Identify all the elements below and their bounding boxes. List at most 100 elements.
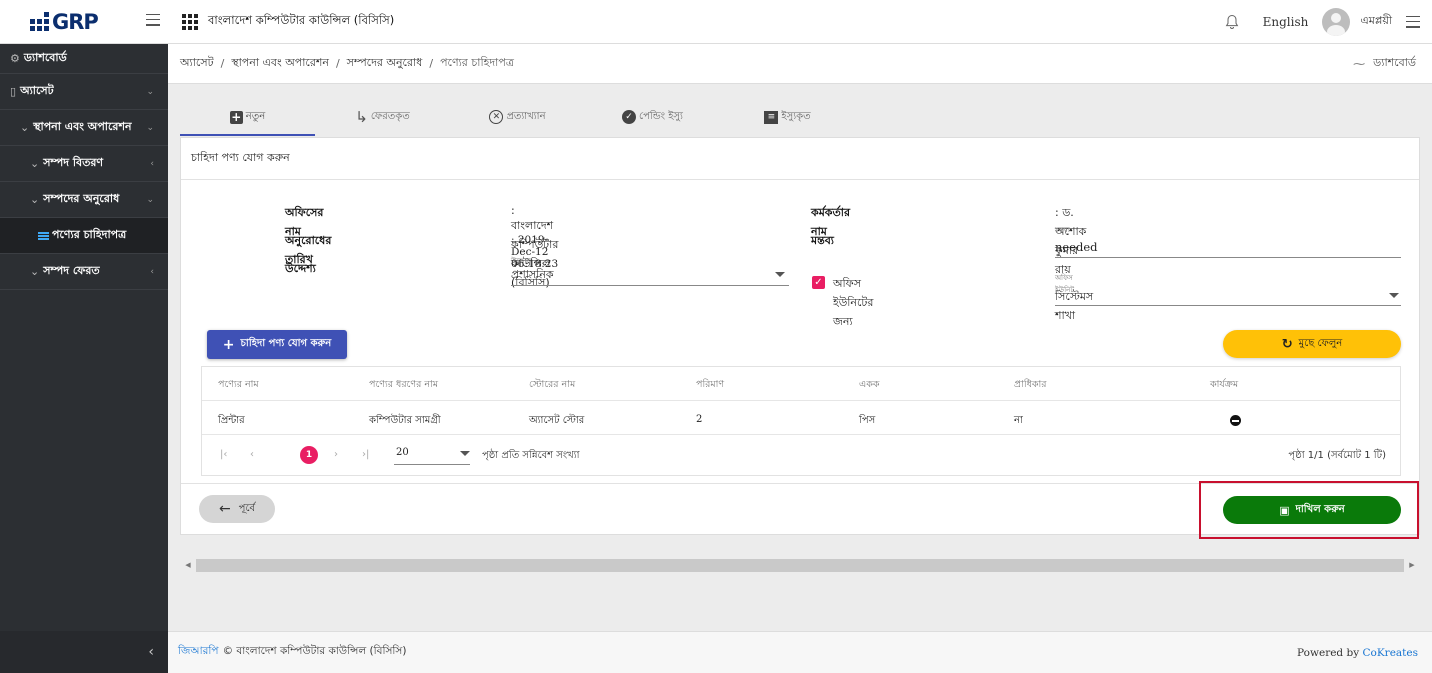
logo-mark-icon: [30, 12, 49, 31]
sidebar-item-installation-operation[interactable]: ⌄ স্থাপনা এবং অপারেশন ⌄: [0, 110, 168, 146]
sidebar-item-dashboard[interactable]: ⚙ ড্যাশবোর্ড: [0, 44, 168, 74]
horizontal-scrollbar[interactable]: ◀ ▶: [180, 558, 1420, 572]
comment-label: মন্তব্য: [811, 234, 835, 247]
refresh-icon: ↻: [1281, 336, 1293, 352]
user-name[interactable]: এমপ্লয়ী: [1360, 12, 1392, 31]
sidebar-item-asset-return[interactable]: ⌄ সম্পদ ফেরত ‹: [0, 254, 168, 290]
tab-pending-issue[interactable]: ✓ পেন্ডিং ইস্যু: [585, 98, 720, 136]
language-switch[interactable]: English: [1263, 15, 1309, 29]
plus-box-icon: +: [229, 109, 243, 124]
column-header-type: পণ্যের ধরণের নাম: [369, 379, 439, 390]
comment-field-label: মন্তব্য: [1055, 226, 1070, 234]
tab-new[interactable]: + নতুন: [180, 98, 315, 136]
logo-text: GRP: [52, 9, 99, 34]
office-unit-checkbox[interactable]: ✓: [812, 276, 825, 289]
clear-label: মুছে ফেলুন: [1298, 337, 1343, 349]
prev-page-icon[interactable]: ‹: [250, 449, 254, 460]
tab-label: প্রত্যাখ্যান: [506, 110, 546, 122]
requisition-card: চাহিদা পণ্য যোগ করুন অফিসের নাম : বাংলাদ…: [180, 137, 1420, 539]
return-arrow-icon: ↳: [355, 108, 368, 126]
column-header-product: পণ্যের নাম: [218, 379, 259, 390]
arrow-left-icon: ←: [218, 501, 231, 517]
bell-icon[interactable]: [1225, 14, 1239, 30]
page-size-select[interactable]: 20: [394, 447, 470, 465]
list-icon: [38, 231, 49, 240]
purpose-value: প্রশাসনিক: [511, 268, 554, 281]
menu-icon[interactable]: [1406, 15, 1420, 28]
previous-button[interactable]: ← পূর্বে: [199, 495, 275, 523]
sidebar-collapse-button[interactable]: ‹: [0, 631, 168, 673]
tab-label: পেন্ডিং ইস্যু: [639, 110, 683, 122]
plus-icon: +: [222, 336, 235, 353]
add-product-button[interactable]: + চাহিদা পণ্য যোগ করুন: [207, 330, 347, 359]
tab-rejected[interactable]: ✕ প্রত্যাখ্যান: [450, 98, 585, 136]
chevron-down-icon: [460, 451, 470, 456]
chevron-left-icon: ‹: [150, 266, 154, 277]
powered-by-label: Powered by: [1297, 646, 1360, 659]
pagination: |‹ ‹ 1 › ›| 20 পৃষ্ঠা প্রতি সন্নিবেশ সংখ…: [202, 435, 1400, 475]
breadcrumb-item-current: পণ্যের চাহিদাপত্র: [440, 56, 514, 69]
page-size-value: 20: [396, 447, 409, 458]
chevron-left-icon: ‹: [150, 158, 154, 169]
chevron-down-icon: ⌄: [30, 157, 40, 170]
dashboard-icon: ⚙: [10, 52, 20, 65]
page-size-label: পৃষ্ঠা প্রতি সন্নিবেশ সংখ্যা: [482, 450, 580, 461]
breadcrumb-separator: /: [220, 57, 225, 70]
breadcrumb-item-installation[interactable]: স্থাপনা এবং অপারেশন: [231, 54, 329, 73]
powered-by: Powered by CoKreates: [1297, 647, 1418, 659]
submit-button[interactable]: ▣ দাখিল করুন: [1223, 496, 1401, 524]
breadcrumb-item-asset[interactable]: অ্যাসেট: [180, 54, 214, 73]
sidebar-item-label: পণ্যের চাহিদাপত্র: [52, 228, 127, 241]
tab-bar: + নতুন ↳ ফেরতকৃত ✕ প্রত্যাখ্যান ✓ পেন্ডি…: [180, 98, 1420, 136]
column-header-store: স্টোরের নাম: [529, 379, 576, 390]
trend-line-icon: ⁓: [1353, 56, 1366, 71]
column-header-quantity: পরিমাণ: [696, 379, 725, 390]
clear-button[interactable]: ↻ মুছে ফেলুন: [1223, 330, 1401, 358]
breadcrumb-item-request[interactable]: সম্পদের অনুরোধ: [347, 54, 423, 73]
cell-type: কম্পিউটার সামগ্রী: [369, 415, 441, 426]
minus-circle-icon[interactable]: [1230, 415, 1241, 426]
tab-returned[interactable]: ↳ ফেরতকৃত: [315, 98, 450, 136]
previous-label: পূর্বে: [238, 502, 256, 514]
column-header-action: কার্যক্রম: [1210, 379, 1239, 390]
last-page-icon[interactable]: ›|: [362, 449, 369, 460]
scroll-left-icon[interactable]: ◀: [180, 561, 196, 569]
sidebar-item-asset-distribution[interactable]: ⌄ সম্পদ বিতরণ ‹: [0, 146, 168, 182]
page-button-current[interactable]: 1: [300, 446, 318, 464]
chevron-down-icon: [1389, 293, 1399, 298]
cell-product: প্রিন্টার: [218, 415, 245, 426]
sidebar-item-asset[interactable]: ▯ অ্যাসেট ⌄: [0, 74, 168, 110]
cell-unit: পিস: [859, 415, 876, 426]
office-unit-underline: [1055, 305, 1401, 306]
tab-label: ফেরতকৃত: [370, 110, 410, 122]
top-bar: GRP বাংলাদেশ কম্পিউটার কাউন্সিল (বিসিসি)…: [0, 0, 1432, 44]
purpose-underline: [511, 285, 789, 286]
scrollbar-thumb[interactable]: [196, 558, 1404, 572]
table-row: প্রিন্টার কম্পিউটার সামগ্রী অ্যাসেট স্টো…: [202, 401, 1400, 435]
add-product-label: চাহিদা পণ্য যোগ করুন: [240, 338, 332, 349]
first-page-icon[interactable]: |‹: [220, 449, 227, 460]
scroll-right-icon[interactable]: ▶: [1404, 561, 1420, 569]
sidebar: ⚙ ড্যাশবোর্ড ▯ অ্যাসেট ⌄ ⌄ স্থাপনা এবং অ…: [0, 44, 168, 673]
column-header-priority: প্রাধিকার: [1014, 379, 1047, 390]
product-table: পণ্যের নাম পণ্যের ধরণের নাম স্টোরের নাম …: [201, 366, 1401, 476]
sidebar-item-asset-request[interactable]: ⌄ সম্পদের অনুরোধ ⌄: [0, 182, 168, 218]
save-icon: ▣: [1279, 503, 1290, 517]
next-page-icon[interactable]: ›: [334, 449, 338, 460]
sidebar-toggle-icon[interactable]: [146, 13, 160, 26]
app-logo[interactable]: GRP: [0, 0, 168, 44]
comment-underline: [1055, 257, 1401, 258]
powered-by-link[interactable]: CoKreates: [1362, 647, 1418, 659]
page-info: পৃষ্ঠা 1/1 (সর্বমোট 1 টি): [1288, 450, 1386, 461]
sidebar-item-product-requisition[interactable]: পণ্যের চাহিদাপত্র: [0, 218, 168, 254]
footer-brand-link[interactable]: জিআরপি: [178, 644, 219, 661]
dashboard-link[interactable]: ⁓ ড্যাশবোর্ড: [1353, 54, 1416, 73]
top-right-controls: English এমপ্লয়ী: [1225, 7, 1432, 36]
sidebar-item-label: সম্পদ ফেরত: [43, 264, 100, 277]
tab-issued[interactable]: ≡ ইস্যুকৃত: [720, 98, 855, 136]
breadcrumb: অ্যাসেট / স্থাপনা এবং অপারেশন / সম্পদের …: [168, 44, 1432, 84]
footer: জিআরপি © বাংলাদেশ কম্পিউটার কাউন্সিল (বি…: [168, 631, 1432, 673]
cell-store: অ্যাসেট স্টোর: [529, 415, 585, 426]
apps-grid-icon[interactable]: [182, 13, 198, 30]
avatar[interactable]: [1322, 7, 1351, 36]
